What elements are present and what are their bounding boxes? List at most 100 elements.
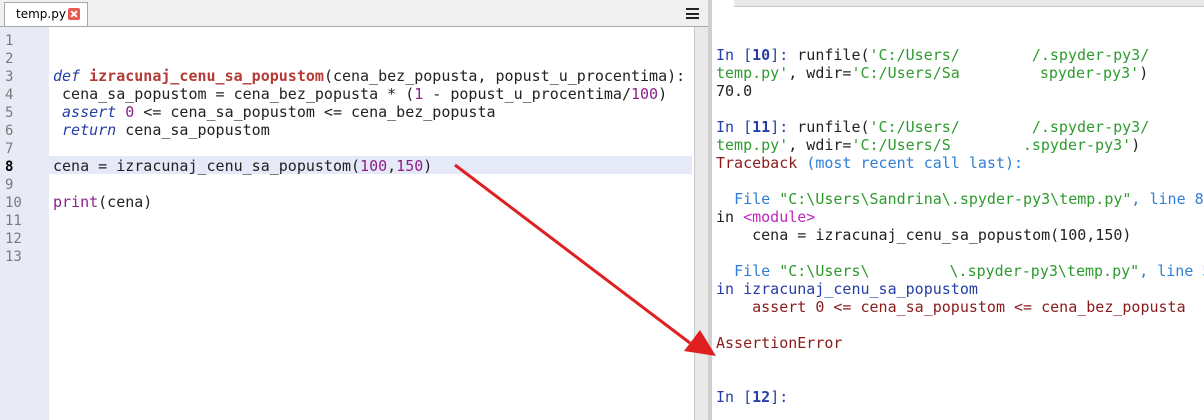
traceback-frame-1-context: in <module> [716, 208, 815, 226]
editor-scrollbar[interactable] [694, 27, 708, 420]
string-literal: 'C:/Users/ [869, 118, 960, 136]
code-line-5[interactable]: assert 0 <= cena_sa_popustom <= cena_bez… [53, 103, 496, 121]
console-header-strip [734, 0, 1204, 7]
code-text: <= cena_sa_popustom <= cena_bez_popusta [134, 103, 496, 121]
file-path: \.spyder-py3\temp.py" [949, 262, 1140, 280]
redacted-text [959, 46, 1032, 64]
prompt-text: ]: [770, 388, 789, 406]
string-literal: /.spyder-py3/ [1031, 118, 1150, 136]
source-line: cena = izracunaj_cenu_sa_popustom(100,15… [752, 226, 1132, 244]
redacted-text [950, 136, 1023, 154]
string-literal: temp.py' [716, 136, 789, 154]
traceback-frame-2-source: assert 0 <= cena_sa_popustom <= cena_bez… [716, 298, 1186, 316]
tab-label: temp.py [16, 7, 66, 21]
function-name: izracunaj_cenu_sa_popustom [89, 67, 324, 85]
prompt-text: In [ [716, 46, 753, 64]
code-text: runfile( [797, 118, 870, 136]
line-keyword: , line [1139, 262, 1203, 280]
source-line: assert 0 <= cena_sa_popustom <= cena_bez… [752, 298, 1186, 316]
prompt-text: ]: [770, 46, 798, 64]
line-number: 2 [5, 51, 14, 67]
code-text: - popust_u_procentima/ [423, 85, 631, 103]
code-text: , wdir= [788, 136, 852, 154]
string-literal: 'C:/Users/Sa [851, 64, 960, 82]
console-input-12[interactable]: In [12]: [716, 388, 788, 406]
line-number: 9 [5, 177, 14, 193]
redacted-text [869, 262, 950, 280]
line-number: 1 [5, 33, 14, 49]
code-text: (cena) [98, 193, 153, 211]
file-keyword: File [734, 190, 780, 208]
console-input-11: In [11]: runfile('C:/Users/ /.spyder-py3… [716, 118, 1149, 136]
traceback-title: Traceback [716, 154, 807, 172]
traceback-frame-2: File "C:\Users\ \.spyder-py3\temp.py", l… [716, 262, 1204, 280]
tab-temp-py[interactable]: temp.py [4, 2, 88, 26]
traceback-note: (most recent call last): [806, 154, 1024, 172]
prompt-text: In [ [716, 388, 753, 406]
ipython-console-pane[interactable]: In [10]: runfile('C:/Users/ /.spyder-py3… [712, 0, 1204, 420]
file-path: "C:\Users\Sandrina\.spyder-py3\temp.py" [779, 190, 1132, 208]
code-line-10[interactable]: print(cena) [53, 193, 152, 211]
number-literal: 100 [360, 157, 388, 175]
code-text: ) [658, 85, 668, 103]
line-number: 6 [5, 123, 14, 139]
code-text: ) [1131, 136, 1141, 154]
redacted-text [959, 118, 1032, 136]
traceback-frame-1-source: cena = izracunaj_cenu_sa_popustom(100,15… [716, 226, 1131, 244]
code-text: , wdir= [788, 64, 852, 82]
traceback-header: Traceback (most recent call last): [716, 154, 1023, 172]
traceback-frame-1: File "C:\Users\Sandrina\.spyder-py3\temp… [716, 190, 1204, 208]
file-keyword: File [734, 262, 780, 280]
code-text: cena_sa_popustom = cena_bez_popusta * ( [62, 85, 415, 103]
def-keyword: def [53, 67, 81, 85]
console-input-11-cont: temp.py', wdir='C:/Users/S .spyder-py3') [716, 136, 1140, 154]
code-line-8[interactable]: cena = izracunaj_cenu_sa_popustom(100,15… [53, 157, 432, 175]
string-literal: temp.py' [716, 64, 789, 82]
function-params: (cena_bez_popusta, popust_u_procentima): [323, 67, 686, 85]
editor-pane: temp.py 1 2 3 4 5 6 7 8 9 10 11 12 13 de… [0, 0, 708, 420]
line-number: 4 [5, 87, 14, 103]
code-line-6[interactable]: return cena_sa_popustom [53, 121, 270, 139]
line-number-gutter: 1 2 3 4 5 6 7 8 9 10 11 12 13 [0, 27, 49, 420]
close-icon[interactable] [68, 8, 80, 20]
prompt-text: ]: [770, 118, 798, 136]
code-text: ) [1139, 64, 1149, 82]
line-number: 5 [5, 105, 14, 121]
prompt-number: 10 [752, 46, 771, 64]
code-text: runfile( [797, 46, 870, 64]
string-literal: 'C:/Users/S [851, 136, 951, 154]
string-literal: 'C:/Users/ [869, 46, 960, 64]
string-literal: /.spyder-py3/ [1031, 46, 1150, 64]
code-line-4[interactable]: cena_sa_popustom = cena_bez_popusta * (1… [53, 85, 667, 103]
line-number: 13 [5, 249, 22, 265]
hamburger-menu-icon[interactable] [686, 8, 699, 19]
console-output-10: 70.0 [716, 82, 753, 100]
assert-keyword: assert [62, 103, 117, 121]
return-keyword: return [62, 121, 117, 139]
number-literal: 1 [414, 85, 424, 103]
line-number: 7 [5, 141, 14, 157]
editor-tab-bar: temp.py [0, 0, 708, 27]
prompt-number: 11 [752, 118, 771, 136]
code-line-3[interactable]: def izracunaj_cenu_sa_popustom(cena_bez_… [53, 67, 685, 85]
string-literal: spyder-py3' [1039, 64, 1140, 82]
code-text: , [387, 157, 397, 175]
console-input-10: In [10]: runfile('C:/Users/ /.spyder-py3… [716, 46, 1149, 64]
code-area[interactable]: def izracunaj_cenu_sa_popustom(cena_bez_… [49, 27, 694, 420]
line-keyword: , line [1131, 190, 1195, 208]
code-text: cena = izracunaj_cenu_sa_popustom( [53, 157, 361, 175]
prompt-text: In [ [716, 118, 753, 136]
traceback-frame-2-context: in izracunaj_cenu_sa_popustom [716, 280, 978, 298]
line-number: 11 [5, 213, 22, 229]
in-keyword: in [716, 280, 744, 298]
number-literal: 100 [630, 85, 659, 103]
number-literal: 150 [396, 157, 424, 175]
line-number: 3 [5, 69, 14, 85]
line-number: 12 [5, 231, 22, 247]
console-input-10-cont: temp.py', wdir='C:/Users/Sa spyder-py3') [716, 64, 1148, 82]
redacted-text [959, 64, 1040, 82]
function-name: izracunaj_cenu_sa_popustom [743, 280, 978, 298]
assertion-error: AssertionError [716, 334, 843, 352]
module-name: <module> [743, 208, 816, 226]
number-literal: 0 [125, 103, 135, 121]
